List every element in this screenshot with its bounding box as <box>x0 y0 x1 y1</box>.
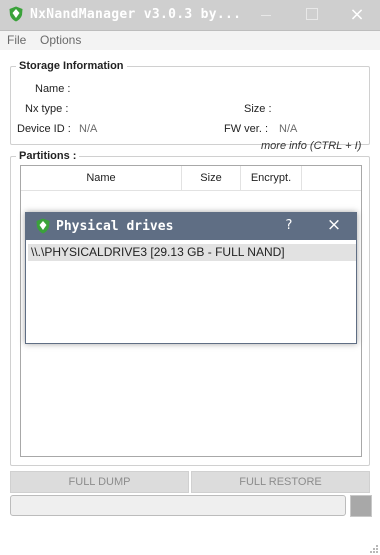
dialog-title: Physical drives <box>56 219 174 234</box>
partitions-title: Partitions : <box>16 150 80 162</box>
dialog-title-bar: Physical drives ? × <box>26 213 356 240</box>
full-restore-button[interactable]: FULL RESTORE <box>191 471 370 493</box>
dialog-close-button[interactable]: × <box>324 215 344 235</box>
column-header-encrypt[interactable]: Encrypt. <box>241 166 302 190</box>
progress-bar <box>10 495 346 516</box>
minimize-button[interactable] <box>243 0 289 30</box>
menu-bar: File Options <box>0 31 380 50</box>
physical-drives-dialog: Physical drives ? × \\.\PHYSICALDRIVE3 [… <box>25 212 357 344</box>
column-header-size[interactable]: Size <box>182 166 241 190</box>
maximize-icon <box>306 8 318 20</box>
title-bar: NxNandManager v3.0.3 by... × <box>0 0 380 31</box>
resize-grip-icon[interactable] <box>370 545 378 553</box>
device-id-label: Device ID : <box>17 123 71 135</box>
help-button[interactable]: ? <box>281 218 297 233</box>
window-title: NxNandManager v3.0.3 by... <box>30 7 242 22</box>
size-label: Size : <box>244 103 272 115</box>
shield-logo-icon <box>9 6 23 22</box>
fw-version-value: N/A <box>279 123 298 135</box>
full-dump-button[interactable]: FULL DUMP <box>10 471 189 493</box>
column-header-name[interactable]: Name <box>21 166 182 190</box>
maximize-button[interactable] <box>289 0 335 30</box>
nx-type-label: Nx type : <box>25 103 69 115</box>
drive-list-item[interactable]: \\.\PHYSICALDRIVE3 [29.13 GB - FULL NAND… <box>28 244 356 261</box>
minimize-icon <box>261 14 271 16</box>
device-id-value: N/A <box>79 123 98 135</box>
partitions-header: Name Size Encrypt. <box>21 166 361 191</box>
stop-button[interactable] <box>350 495 372 517</box>
storage-info-title: Storage Information <box>16 60 127 72</box>
menu-file[interactable]: File <box>7 33 26 47</box>
shield-logo-icon <box>36 218 50 234</box>
name-label: Name : <box>35 83 71 95</box>
close-button[interactable]: × <box>334 0 380 30</box>
more-info-link[interactable]: more info (CTRL + I) <box>261 140 361 152</box>
fw-version-label: FW ver. : <box>224 123 268 135</box>
menu-options[interactable]: Options <box>40 33 81 47</box>
